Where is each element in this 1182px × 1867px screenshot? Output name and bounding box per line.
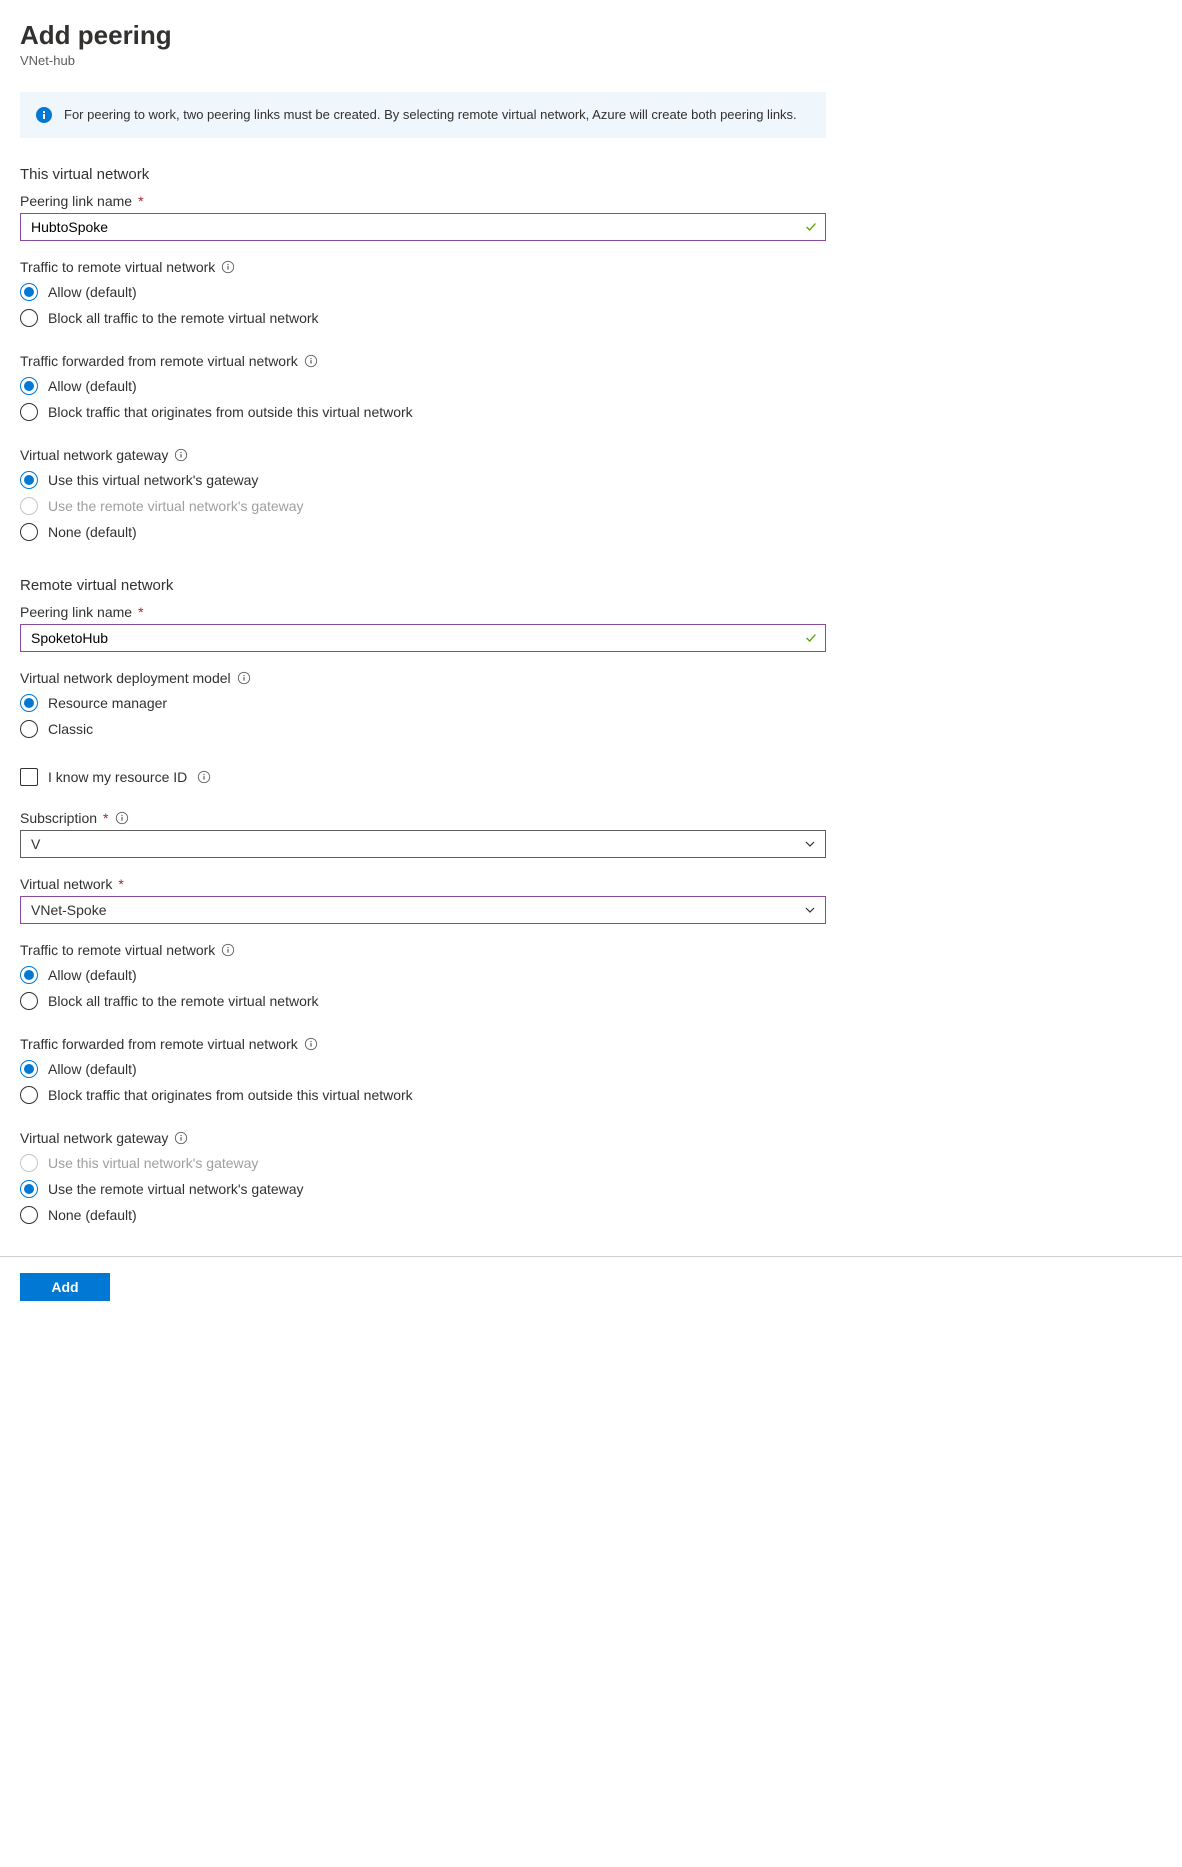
radio-traffic-forwarded-this-block[interactable]: Block traffic that originates from outsi… — [20, 399, 1162, 425]
radio-icon — [20, 403, 38, 421]
radio-icon — [20, 1206, 38, 1224]
radio-icon — [20, 497, 38, 515]
chevron-down-icon — [804, 838, 816, 850]
label-peering-link-remote: Peering link name* — [20, 604, 1162, 620]
info-icon[interactable] — [197, 770, 211, 784]
select-subscription[interactable]: V — [20, 830, 826, 858]
label-virtual-network: Virtual network* — [20, 876, 1162, 892]
label-traffic-to-remote-remote: Traffic to remote virtual network — [20, 942, 1162, 958]
radio-gateway-remote-use-remote[interactable]: Use the remote virtual network's gateway — [20, 1176, 1162, 1202]
required-asterisk: * — [138, 604, 143, 620]
checkmark-icon — [804, 631, 818, 645]
info-icon[interactable] — [237, 671, 251, 685]
checkbox-know-resource-id[interactable]: I know my resource ID — [20, 764, 1162, 790]
radio-gateway-remote-none[interactable]: None (default) — [20, 1202, 1162, 1228]
radio-traffic-to-remote-remote-allow[interactable]: Allow (default) — [20, 962, 1162, 988]
info-icon[interactable] — [304, 1037, 318, 1051]
label-traffic-forwarded-remote: Traffic forwarded from remote virtual ne… — [20, 1036, 1162, 1052]
radio-gateway-this-none[interactable]: None (default) — [20, 519, 1162, 545]
radio-icon — [20, 694, 38, 712]
radio-icon — [20, 1154, 38, 1172]
radio-traffic-forwarded-remote-block[interactable]: Block traffic that originates from outsi… — [20, 1082, 1162, 1108]
label-subscription: Subscription* — [20, 810, 1162, 826]
section-remote-vnet: Remote virtual network — [20, 577, 1162, 594]
page-title: Add peering — [20, 20, 1162, 51]
add-button[interactable]: Add — [20, 1273, 110, 1301]
radio-icon — [20, 1086, 38, 1104]
info-message: For peering to work, two peering links m… — [64, 106, 797, 124]
radio-icon — [20, 471, 38, 489]
label-gateway-remote: Virtual network gateway — [20, 1130, 1162, 1146]
checkmark-icon — [804, 220, 818, 234]
info-icon[interactable] — [174, 1131, 188, 1145]
radio-deployment-classic[interactable]: Classic — [20, 716, 1162, 742]
label-gateway-this: Virtual network gateway — [20, 447, 1162, 463]
info-icon[interactable] — [221, 943, 235, 957]
radio-icon — [20, 523, 38, 541]
required-asterisk: * — [118, 876, 123, 892]
radio-gateway-remote-use-this: Use this virtual network's gateway — [20, 1150, 1162, 1176]
checkbox-icon — [20, 768, 38, 786]
info-icon[interactable] — [115, 811, 129, 825]
radio-icon — [20, 377, 38, 395]
input-peering-link-remote[interactable] — [20, 624, 826, 652]
input-peering-link-this[interactable] — [20, 213, 826, 241]
label-deployment-model: Virtual network deployment model — [20, 670, 1162, 686]
radio-icon — [20, 1060, 38, 1078]
select-virtual-network-value: VNet-Spoke — [20, 896, 826, 924]
radio-deployment-rm[interactable]: Resource manager — [20, 690, 1162, 716]
radio-traffic-to-remote-this-allow[interactable]: Allow (default) — [20, 279, 1162, 305]
label-peering-link-this: Peering link name* — [20, 193, 1162, 209]
radio-traffic-forwarded-this-allow[interactable]: Allow (default) — [20, 373, 1162, 399]
radio-traffic-to-remote-remote-block[interactable]: Block all traffic to the remote virtual … — [20, 988, 1162, 1014]
section-this-vnet: This virtual network — [20, 166, 1162, 183]
radio-traffic-to-remote-this-block[interactable]: Block all traffic to the remote virtual … — [20, 305, 1162, 331]
radio-icon — [20, 283, 38, 301]
label-traffic-to-remote-this: Traffic to remote virtual network — [20, 259, 1162, 275]
info-icon — [36, 107, 52, 123]
radio-traffic-forwarded-remote-allow[interactable]: Allow (default) — [20, 1056, 1162, 1082]
label-traffic-forwarded-this: Traffic forwarded from remote virtual ne… — [20, 353, 1162, 369]
radio-icon — [20, 966, 38, 984]
info-banner: For peering to work, two peering links m… — [20, 92, 826, 138]
radio-icon — [20, 1180, 38, 1198]
select-virtual-network[interactable]: VNet-Spoke — [20, 896, 826, 924]
radio-gateway-this-use-this[interactable]: Use this virtual network's gateway — [20, 467, 1162, 493]
radio-icon — [20, 309, 38, 327]
chevron-down-icon — [804, 904, 816, 916]
select-subscription-value: V — [20, 830, 826, 858]
radio-gateway-this-use-remote: Use the remote virtual network's gateway — [20, 493, 1162, 519]
info-icon[interactable] — [174, 448, 188, 462]
info-icon[interactable] — [221, 260, 235, 274]
required-asterisk: * — [103, 810, 108, 826]
page-subtitle: VNet-hub — [20, 53, 1162, 68]
radio-icon — [20, 720, 38, 738]
info-icon[interactable] — [304, 354, 318, 368]
required-asterisk: * — [138, 193, 143, 209]
radio-icon — [20, 992, 38, 1010]
